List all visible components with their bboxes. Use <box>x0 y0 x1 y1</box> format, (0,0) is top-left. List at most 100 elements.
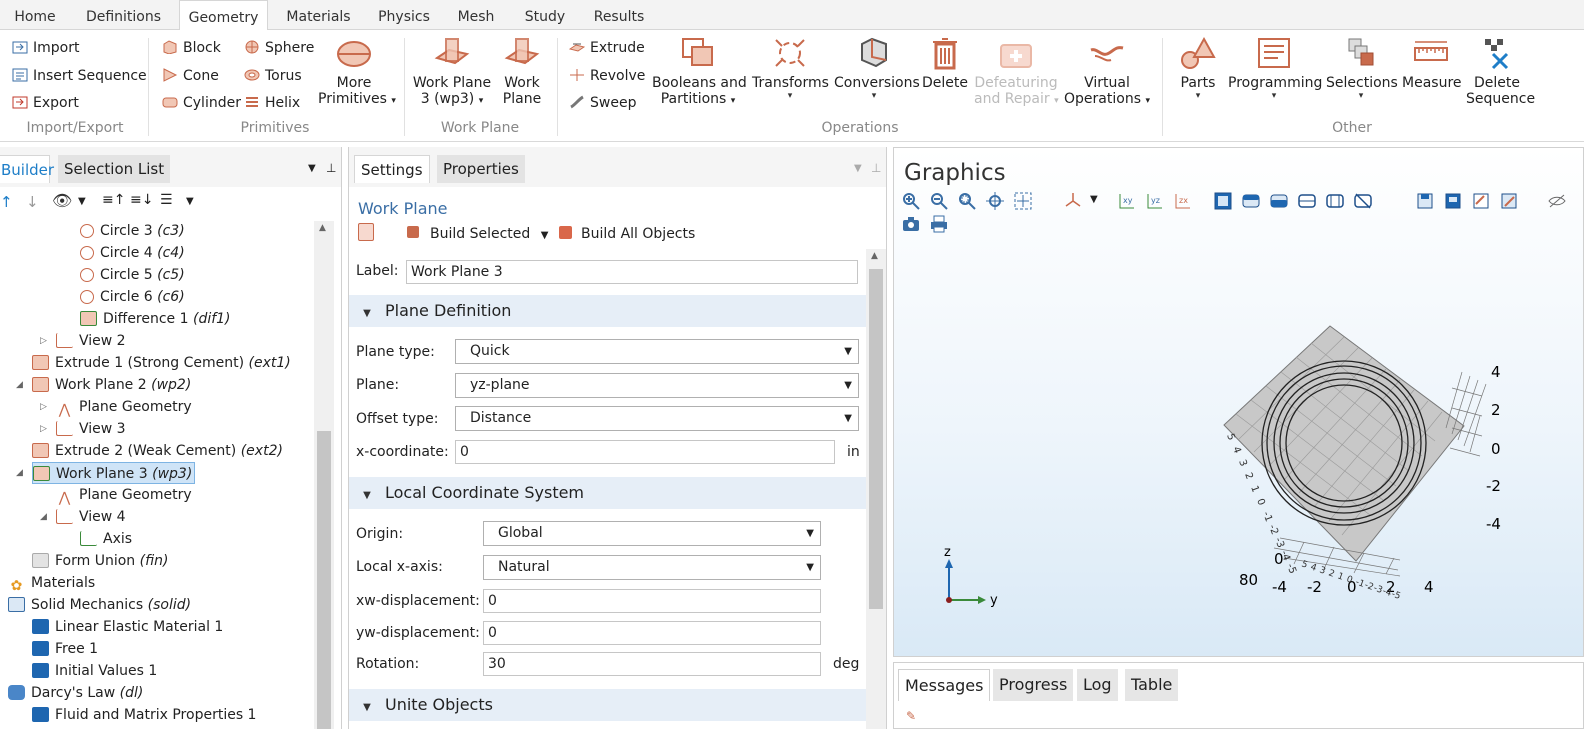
tree-item-extrude-1[interactable]: Extrude 1 (Strong Cement) (ext1) <box>32 352 291 374</box>
tree-item-circle-4[interactable]: Circle 4 (c4) <box>80 242 185 264</box>
geometry-view[interactable]: 4 2 0 -2 -4 -4 -2 0 2 4 5 4 3 2 1 0 -1 -… <box>894 238 1583 656</box>
plane-select[interactable]: yz-plane ▼ <box>455 373 859 398</box>
tree-item-plane-geometry[interactable]: ⋀ Plane Geometry <box>56 396 192 418</box>
tree-scrollbar-thumb[interactable] <box>317 431 331 729</box>
hide-selected-icon[interactable] <box>1472 192 1490 210</box>
tab-results[interactable]: Results <box>584 0 654 30</box>
tree-item-form-union[interactable]: Form Union (fin) <box>32 550 168 572</box>
tree-scrollbar[interactable]: ▲ <box>314 221 334 729</box>
zoom-selected-icon[interactable] <box>986 192 1004 210</box>
camera-icon[interactable] <box>902 215 920 233</box>
tab-home[interactable]: Home <box>0 0 70 30</box>
collapse-icon[interactable]: ◢ <box>40 506 47 528</box>
tab-progress[interactable]: Progress <box>993 669 1074 701</box>
tab-selection-list[interactable]: Selection List <box>58 155 171 183</box>
parts-button[interactable]: Parts ▾ <box>1176 36 1220 101</box>
collapse-icon[interactable]: ◢ <box>16 462 23 484</box>
zoom-extents-icon[interactable] <box>1014 192 1032 210</box>
zoom-in-icon[interactable] <box>902 192 920 210</box>
conversions-button[interactable]: Conversions ▾ <box>834 36 920 101</box>
tree-item-fluid-matrix-properties[interactable]: Fluid and Matrix Properties 1 <box>32 704 256 726</box>
select-edges-icon[interactable] <box>1298 192 1316 210</box>
transforms-button[interactable]: Transforms ▾ <box>752 36 829 101</box>
tree-item-axis[interactable]: Axis <box>80 528 132 550</box>
torus-button[interactable]: Torus <box>244 64 302 88</box>
tab-table[interactable]: Table <box>1125 669 1179 701</box>
expand-all-icon[interactable]: ≡↑ <box>102 192 125 208</box>
tree-item-free-1[interactable]: Free 1 <box>32 638 98 660</box>
tree-item-view-3[interactable]: View 3 <box>56 418 126 440</box>
view-dropdown-icon[interactable]: ▼ <box>1090 194 1098 205</box>
move-down-icon[interactable]: ↓ <box>26 193 39 211</box>
block-button[interactable]: Block <box>162 36 221 60</box>
tree-item-circle-6[interactable]: Circle 6 (c6) <box>80 286 185 308</box>
tree-item-initial-values[interactable]: Initial Values 1 <box>32 660 157 682</box>
hide-icon[interactable] <box>1548 192 1566 210</box>
pin-icon[interactable]: ⊥ <box>871 161 881 175</box>
tree-item-solid-mechanics[interactable]: Solid Mechanics (solid) <box>8 594 191 616</box>
default-view-icon[interactable] <box>1064 192 1082 210</box>
yw-displacement-field[interactable]: 0 <box>483 621 821 645</box>
tree-item-circle-5[interactable]: Circle 5 (c5) <box>80 264 185 286</box>
scroll-up-icon[interactable]: ▲ <box>871 251 878 261</box>
transparency-icon[interactable] <box>1444 192 1462 210</box>
x-coordinate-field[interactable]: 0 <box>455 440 835 464</box>
tree-item-view-4[interactable]: View 4 <box>56 506 126 528</box>
panel-menu-icon[interactable]: ▼ <box>308 163 316 174</box>
select-domains-icon[interactable] <box>1242 192 1260 210</box>
extrude-button[interactable]: Extrude <box>568 36 645 60</box>
expand-icon[interactable]: ▷ <box>40 396 47 418</box>
wireframe-icon[interactable] <box>1416 192 1434 210</box>
tree-item-circle-3[interactable]: Circle 3 (c3) <box>80 220 185 242</box>
yz-view-icon[interactable]: yz <box>1146 192 1164 210</box>
selections-button[interactable]: Selections ▾ <box>1326 36 1398 101</box>
programming-button[interactable]: Programming ▾ <box>1228 36 1322 101</box>
more-primitives-button[interactable]: More Primitives ▾ <box>318 36 396 109</box>
delete-button[interactable]: Delete <box>920 36 970 91</box>
tree-item-materials[interactable]: ✿ Materials <box>8 572 96 594</box>
xy-view-icon[interactable]: xy <box>1118 192 1136 210</box>
delete-sequence-button[interactable]: Delete Sequence <box>1466 36 1535 107</box>
booleans-partitions-button[interactable]: Booleans and Partitions ▾ <box>652 36 747 109</box>
settings-scrollbar-thumb[interactable] <box>869 269 883 609</box>
zoom-box-icon[interactable] <box>958 192 976 210</box>
tree-item-extrude-2[interactable]: Extrude 2 (Weak Cement) (ext2) <box>32 440 283 462</box>
revolve-button[interactable]: Revolve <box>569 64 645 88</box>
select-objects-icon[interactable] <box>1214 192 1232 210</box>
insert-sequence-button[interactable]: Insert Sequence <box>12 64 147 88</box>
select-points-icon[interactable] <box>1326 192 1344 210</box>
export-button[interactable]: Export <box>12 91 79 115</box>
tab-geometry[interactable]: Geometry <box>179 0 268 31</box>
clear-selection-icon[interactable] <box>1354 192 1372 210</box>
tree-item-work-plane-2[interactable]: Work Plane 2 (wp2) <box>32 374 191 396</box>
clear-messages-icon[interactable]: ✎ <box>906 709 916 723</box>
move-up-icon[interactable]: ↑ <box>0 193 13 211</box>
section-local-coordinate-system[interactable]: ▼ Local Coordinate System <box>349 477 866 509</box>
list-view-dropdown-icon[interactable]: ▼ <box>186 196 194 207</box>
build-all-objects-button[interactable]: Build All Objects <box>581 223 695 245</box>
tab-messages[interactable]: Messages <box>898 669 991 701</box>
section-plane-definition[interactable]: ▼ Plane Definition <box>349 295 866 327</box>
print-icon[interactable] <box>930 215 948 233</box>
offset-type-select[interactable]: Distance ▼ <box>455 406 859 431</box>
measure-button[interactable]: Measure <box>1402 36 1462 91</box>
list-view-icon[interactable]: ☰ <box>160 192 173 208</box>
sweep-button[interactable]: Sweep <box>569 91 636 115</box>
expand-icon[interactable]: ▷ <box>40 418 47 440</box>
show-dropdown-icon[interactable]: ▼ <box>78 196 86 207</box>
expand-icon[interactable]: ▷ <box>40 330 47 352</box>
tab-study[interactable]: Study <box>514 0 576 30</box>
tree-item-linear-elastic-material[interactable]: Linear Elastic Material 1 <box>32 616 223 638</box>
pin-icon[interactable]: ⊥ <box>326 161 336 175</box>
select-boundaries-icon[interactable] <box>1270 192 1288 210</box>
build-preceding-icon[interactable] <box>358 223 374 241</box>
cylinder-button[interactable]: Cylinder <box>162 91 241 115</box>
tree-item-plane-geometry[interactable]: ⋀ Plane Geometry <box>56 484 192 506</box>
origin-select[interactable]: Global ▼ <box>483 521 821 546</box>
tab-definitions[interactable]: Definitions <box>76 0 171 30</box>
collapse-icon[interactable]: ◢ <box>16 374 23 396</box>
tab-settings[interactable]: Settings <box>354 155 430 183</box>
section-unite-objects[interactable]: ▼ Unite Objects <box>349 689 866 721</box>
tree-item-darcys-law[interactable]: Darcy's Law (dl) <box>8 682 143 704</box>
settings-scrollbar[interactable]: ▲ <box>866 249 886 729</box>
